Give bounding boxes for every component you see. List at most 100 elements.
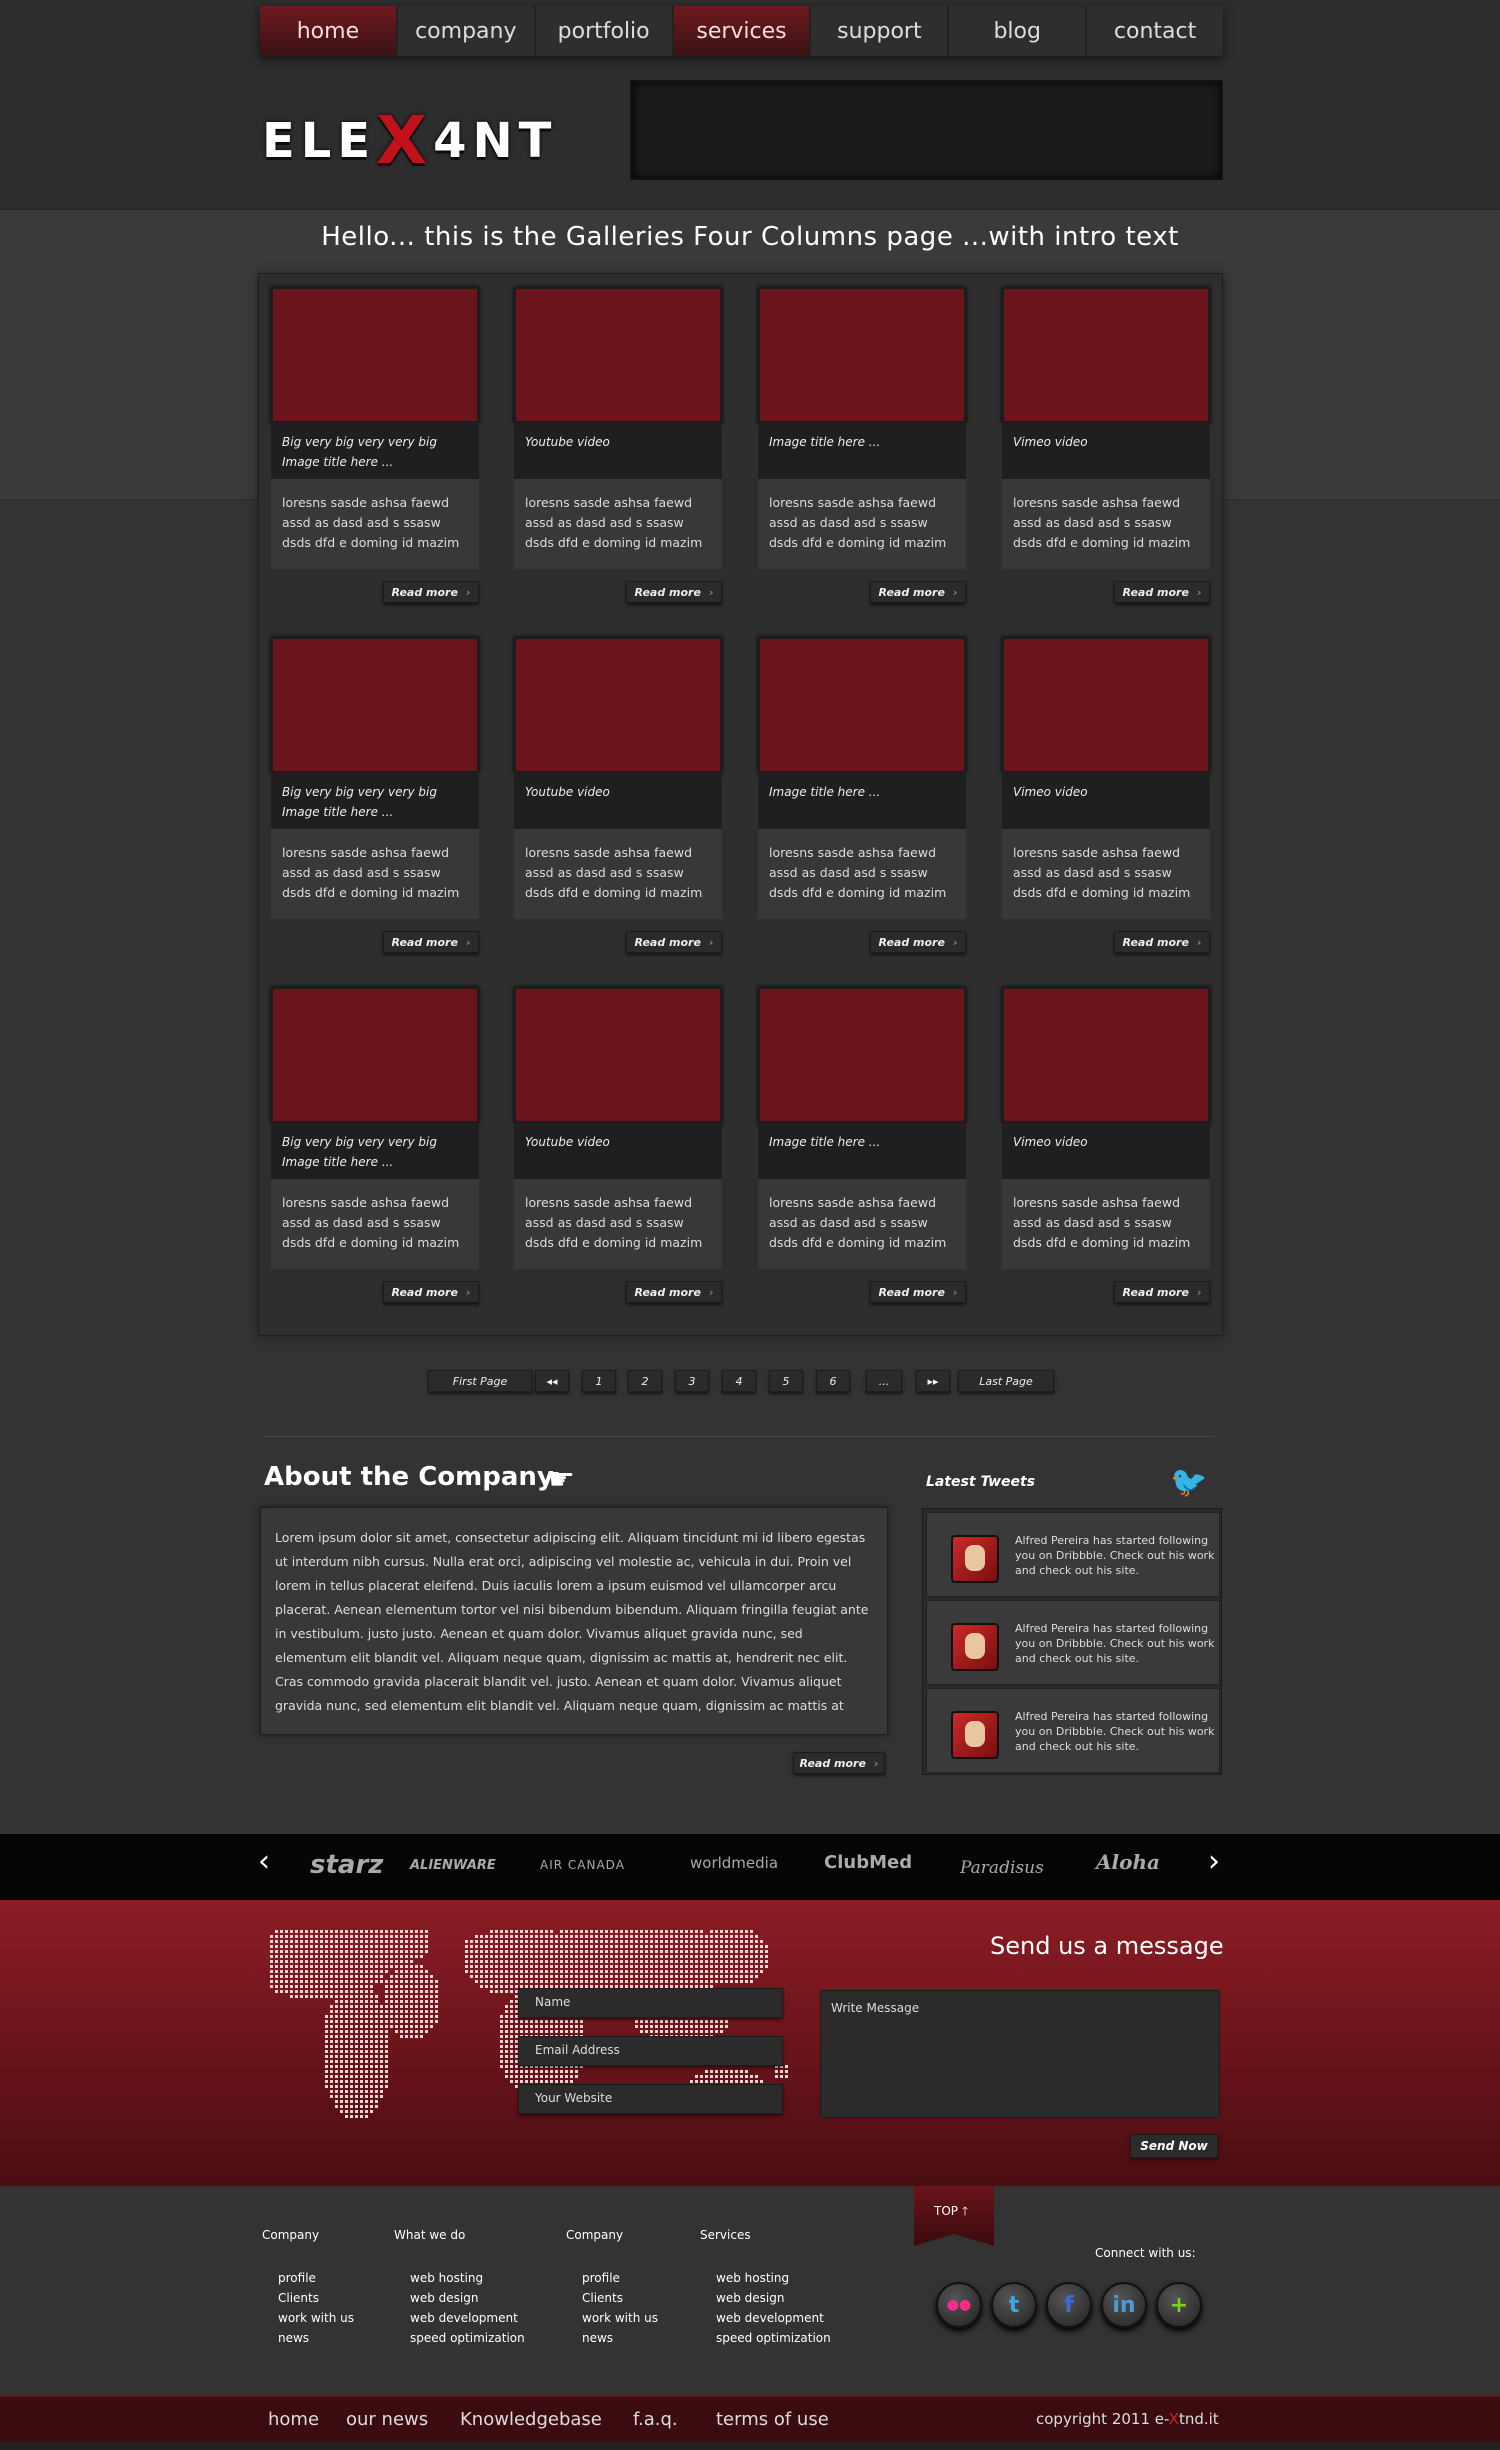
- gallery-caption: Youtube video: [514, 423, 722, 479]
- chevron-right-icon[interactable]: ›: [1208, 1844, 1220, 1879]
- gallery-thumbnail[interactable]: [758, 637, 966, 773]
- message-textarea[interactable]: Write Message: [820, 1990, 1220, 2118]
- facebook-icon[interactable]: f: [1046, 2282, 1092, 2328]
- footer-link[interactable]: speed optimization: [700, 2328, 831, 2348]
- pager-page-button[interactable]: 5: [769, 1370, 803, 1392]
- site-logo[interactable]: ELEX4NT: [262, 96, 557, 179]
- about-text: Lorem ipsum dolor sit amet, consectetur …: [260, 1507, 888, 1735]
- footer-link[interactable]: Clients: [262, 2288, 354, 2308]
- pager-page-button[interactable]: 1: [582, 1370, 616, 1392]
- read-more-button[interactable]: Read more: [383, 581, 479, 603]
- linkedin-icon[interactable]: in: [1101, 2282, 1147, 2328]
- read-more-button[interactable]: Read more: [1114, 581, 1210, 603]
- pager-first-button[interactable]: First Page: [428, 1370, 532, 1392]
- read-more-button[interactable]: Read more: [870, 931, 966, 953]
- read-more-button[interactable]: Read more: [626, 581, 722, 603]
- read-more-button[interactable]: Read more: [870, 1281, 966, 1303]
- chevron-left-icon[interactable]: ‹: [258, 1844, 270, 1879]
- footer-link[interactable]: web development: [394, 2308, 525, 2328]
- footer-link[interactable]: web design: [700, 2288, 831, 2308]
- pager-ellipsis[interactable]: ...: [866, 1370, 902, 1392]
- footer-link[interactable]: web hosting: [700, 2268, 831, 2288]
- client-logo-worldmedia[interactable]: worldmedia: [690, 1854, 778, 1872]
- nav-company[interactable]: company: [398, 6, 536, 56]
- tweet-item[interactable]: Alfred Pereira has started following you…: [926, 1512, 1220, 1597]
- footer-link[interactable]: work with us: [566, 2308, 658, 2328]
- gallery-description: loresns sasde ashsa faewd assd as dasd a…: [514, 1179, 722, 1269]
- back-to-top-button[interactable]: TOP 🡑: [914, 2186, 994, 2246]
- read-more-button[interactable]: Read more: [383, 1281, 479, 1303]
- pager-page-button[interactable]: 6: [816, 1370, 850, 1392]
- footer-link[interactable]: work with us: [262, 2308, 354, 2328]
- send-now-button[interactable]: Send Now: [1130, 2134, 1218, 2158]
- gallery-thumbnail[interactable]: [514, 287, 722, 423]
- gallery-thumbnail[interactable]: [1002, 287, 1210, 423]
- bottom-link-news[interactable]: our news: [346, 2409, 428, 2430]
- client-logo-aloha[interactable]: Aloha: [1096, 1850, 1160, 1874]
- read-more-button[interactable]: Read more: [626, 931, 722, 953]
- gallery-caption: Big very big very very big Image title h…: [271, 1123, 479, 1179]
- nav-support[interactable]: support: [811, 6, 950, 56]
- gallery-thumbnail[interactable]: [514, 987, 722, 1123]
- gallery-thumbnail[interactable]: [271, 287, 479, 423]
- pager-prev-button[interactable]: ◂◂: [535, 1370, 569, 1392]
- footer-link[interactable]: news: [262, 2328, 354, 2348]
- gallery-item: Big very big very very big Image title h…: [271, 637, 479, 953]
- name-field[interactable]: Name: [518, 1988, 783, 2018]
- client-logo-clubmed[interactable]: ClubMed: [824, 1852, 912, 1873]
- footer-column-title: Services: [700, 2228, 751, 2242]
- about-read-more-button[interactable]: Read more: [793, 1752, 885, 1774]
- pager-page-button[interactable]: 4: [722, 1370, 756, 1392]
- read-more-button[interactable]: Read more: [383, 931, 479, 953]
- read-more-button[interactable]: Read more: [870, 581, 966, 603]
- gallery-thumbnail[interactable]: [758, 287, 966, 423]
- bottom-link-faq[interactable]: f.a.q.: [633, 2409, 678, 2430]
- footer-link[interactable]: web development: [700, 2308, 831, 2328]
- nav-home[interactable]: home: [260, 6, 398, 56]
- gallery-thumbnail[interactable]: [1002, 987, 1210, 1123]
- email-field[interactable]: Email Address: [518, 2036, 783, 2066]
- pager-next-button[interactable]: ▸▸: [916, 1370, 950, 1392]
- bottom-link-knowledgebase[interactable]: Knowledgebase: [460, 2409, 602, 2430]
- client-logo-air-canada[interactable]: AIR CANADA: [540, 1858, 625, 1872]
- gallery-thumbnail[interactable]: [271, 637, 479, 773]
- gallery-description: loresns sasde ashsa faewd assd as dasd a…: [514, 829, 722, 919]
- footer-column-title: Company: [566, 2228, 624, 2242]
- tweet-item[interactable]: Alfred Pereira has started following you…: [926, 1688, 1220, 1773]
- gallery-thumbnail[interactable]: [1002, 637, 1210, 773]
- footer-link[interactable]: profile: [262, 2268, 354, 2288]
- bottom-link-terms[interactable]: terms of use: [716, 2409, 829, 2430]
- gallery-thumbnail[interactable]: [758, 987, 966, 1123]
- flickr-icon[interactable]: ●●: [936, 2282, 982, 2328]
- gallery-caption: Youtube video: [514, 1123, 722, 1179]
- twitter-icon[interactable]: t: [991, 2282, 1037, 2328]
- nav-blog[interactable]: blog: [949, 6, 1088, 56]
- tweets-title: Latest Tweets: [926, 1474, 1036, 1490]
- gallery-thumbnail[interactable]: [271, 987, 479, 1123]
- client-logo-paradisus[interactable]: Paradisus: [960, 1858, 1044, 1878]
- pager-page-button[interactable]: 2: [628, 1370, 662, 1392]
- bottom-link-home[interactable]: home: [268, 2409, 319, 2430]
- footer-link[interactable]: profile: [566, 2268, 658, 2288]
- footer-link[interactable]: web hosting: [394, 2268, 525, 2288]
- client-logo-alienware[interactable]: ALIENWARE: [410, 1858, 496, 1873]
- website-field[interactable]: Your Website: [518, 2084, 783, 2114]
- gallery-description: loresns sasde ashsa faewd assd as dasd a…: [514, 479, 722, 569]
- gallery-caption: Youtube video: [514, 773, 722, 829]
- read-more-button[interactable]: Read more: [626, 1281, 722, 1303]
- plus-icon[interactable]: +: [1156, 2282, 1202, 2328]
- pager-last-button[interactable]: Last Page: [958, 1370, 1054, 1392]
- footer-link[interactable]: web design: [394, 2288, 525, 2308]
- nav-services[interactable]: services: [673, 6, 812, 56]
- client-logo-starz[interactable]: starz: [310, 1850, 383, 1880]
- tweet-item[interactable]: Alfred Pereira has started following you…: [926, 1600, 1220, 1685]
- read-more-button[interactable]: Read more: [1114, 1281, 1210, 1303]
- nav-portfolio[interactable]: portfolio: [536, 6, 674, 56]
- footer-link[interactable]: news: [566, 2328, 658, 2348]
- gallery-thumbnail[interactable]: [514, 637, 722, 773]
- footer-link[interactable]: Clients: [566, 2288, 658, 2308]
- nav-contact[interactable]: contact: [1087, 6, 1223, 56]
- footer-link[interactable]: speed optimization: [394, 2328, 525, 2348]
- pager-page-button[interactable]: 3: [675, 1370, 709, 1392]
- read-more-button[interactable]: Read more: [1114, 931, 1210, 953]
